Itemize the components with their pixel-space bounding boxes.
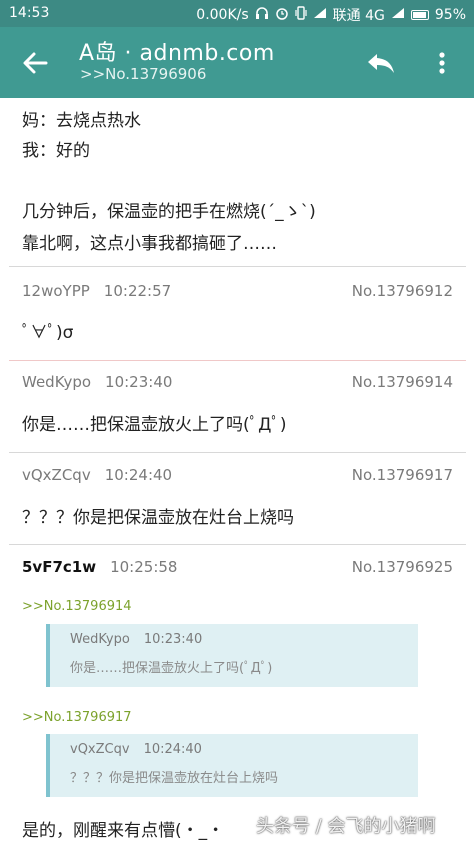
reply-text: 是的，刚醒来有点懵(・_・: [22, 821, 225, 841]
status-bar: 14:53 0.00K/s 联通 4G 95%: [0, 0, 474, 27]
reply-time: 10:23:40: [105, 373, 173, 391]
carrier-label: 联通 4G: [332, 8, 385, 24]
reply-uid[interactable]: 5vF7c1w: [22, 558, 96, 576]
watermark: 头条号 / 会飞的小猪啊: [256, 816, 436, 837]
status-icons: 0.00K/s 联通 4G 95%: [196, 5, 466, 25]
status-time: 14:53: [9, 5, 50, 21]
vibrate-icon: [295, 6, 307, 24]
reply-number[interactable]: No.13796925: [352, 558, 453, 576]
reply-time: 10:22:57: [103, 282, 172, 300]
reply-meta: WedKypo 10:23:40: [22, 373, 172, 391]
thread-number: >>No.13796906: [80, 65, 207, 83]
op-line: 我：好的: [22, 141, 90, 161]
more-vert-icon: [439, 52, 445, 74]
reply-text: ？？？你是把保温壶放在灶台上烧吗: [22, 508, 294, 528]
divider: [9, 360, 466, 361]
quote-uid: WedKypo: [70, 632, 130, 647]
quoted-post[interactable]: vQxZCqv 10:24:40 ？？？你是把保温壶放在灶台上烧吗: [46, 734, 418, 797]
arrow-left-icon: [23, 52, 48, 74]
reply-meta: vQxZCqv 10:24:40: [22, 466, 172, 484]
quote-meta: vQxZCqv 10:24:40: [70, 742, 202, 757]
divider: [9, 452, 466, 453]
more-options-button[interactable]: [428, 47, 456, 79]
signal-icon: [313, 7, 327, 23]
quoted-post[interactable]: WedKypo 10:23:40 你是……把保温壶放火上了吗(ﾟДﾟ): [46, 624, 418, 687]
reply-number[interactable]: No.13796914: [352, 373, 453, 391]
reply-number[interactable]: No.13796917: [352, 466, 453, 484]
reply-button[interactable]: [364, 47, 398, 79]
divider: [9, 544, 466, 545]
quote-ref-link[interactable]: >>No.13796917: [22, 710, 132, 725]
divider: [9, 266, 466, 267]
battery-icon: [410, 10, 429, 20]
quote-uid: vQxZCqv: [70, 742, 130, 757]
reply-icon: [368, 54, 394, 73]
quote-time: 10:24:40: [143, 742, 202, 757]
reply-time: 10:24:40: [104, 466, 173, 484]
battery-level: 95%: [434, 7, 466, 23]
reply-meta: 5vF7c1w 10:25:58: [22, 558, 177, 576]
reply-number[interactable]: No.13796912: [352, 282, 453, 300]
reply-meta: 12woYPP 10:22:57: [22, 282, 171, 300]
quote-text: ？？？你是把保温壶放在灶台上烧吗: [70, 771, 279, 786]
op-line: 妈：去烧点热水: [22, 111, 141, 131]
reply-uid[interactable]: WedKypo: [22, 373, 91, 391]
reply-time: 10:25:58: [110, 558, 178, 576]
op-line: 靠北啊，这点小事我都搞砸了……: [22, 234, 277, 254]
quote-ref-link[interactable]: >>No.13796914: [22, 599, 132, 614]
alarm-icon: [275, 6, 289, 24]
reply-text: ﾟ∀ﾟ)σ: [22, 323, 74, 343]
reply-uid[interactable]: 12woYPP: [22, 282, 90, 300]
op-line: 几分钟后，保温壶的把手在燃烧(´_ゝ`): [22, 202, 316, 222]
quote-time: 10:23:40: [143, 632, 203, 647]
page-title: A岛 · adnmb.com: [79, 41, 275, 66]
headphones-icon: [255, 6, 269, 24]
signal-icon: [391, 7, 405, 23]
quote-meta: WedKypo 10:23:40: [70, 632, 202, 647]
quote-text: 你是……把保温壶放火上了吗(ﾟДﾟ): [70, 661, 273, 676]
reply-text: 你是……把保温壶放火上了吗(ﾟДﾟ): [22, 415, 287, 435]
network-speed: 0.00K/s: [196, 7, 249, 23]
app-toolbar: A岛 · adnmb.com >>No.13796906: [0, 27, 474, 98]
back-button[interactable]: [18, 47, 54, 79]
reply-uid[interactable]: vQxZCqv: [22, 466, 91, 484]
